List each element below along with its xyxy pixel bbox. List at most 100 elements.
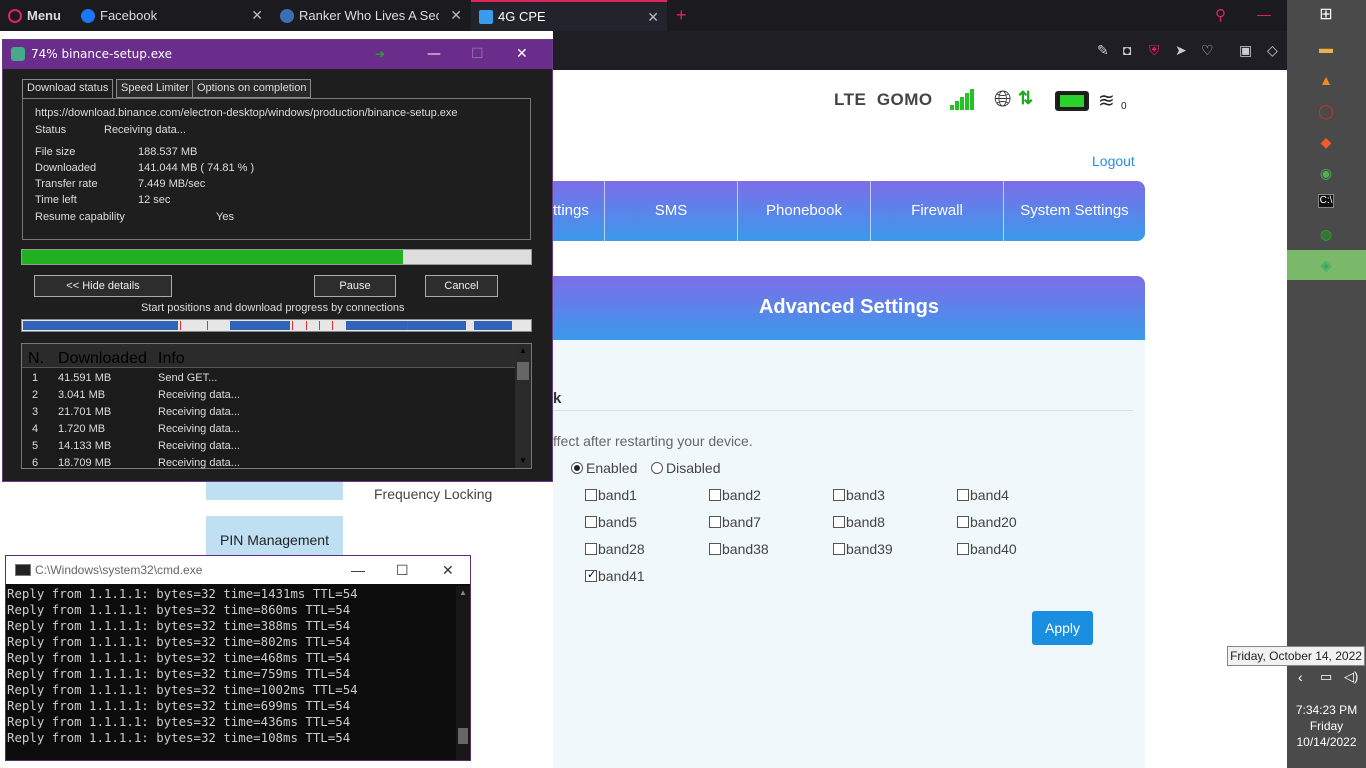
checkbox[interactable] [833, 516, 845, 528]
folder-icon[interactable]: ▬ [1316, 38, 1336, 58]
checkbox-band40[interactable]: band40 [957, 541, 1017, 557]
tab-download-status[interactable]: Download status [22, 79, 114, 98]
column-header[interactable]: Info [158, 350, 185, 368]
idm-title-bar[interactable]: 74% binance-setup.exe ➔ — ☐ ✕ [3, 40, 552, 69]
cell-info: Receiving data... [158, 389, 240, 401]
minimize-icon[interactable]: — [427, 40, 441, 69]
edit-icon[interactable]: ✎ [1097, 42, 1109, 59]
close-icon[interactable]: ✕ [251, 7, 263, 24]
apply-button[interactable]: Apply [1032, 611, 1093, 645]
heart-icon[interactable]: ♡ [1201, 42, 1214, 59]
cmd-line: Reply from 1.1.1.1: bytes=32 time=802ms … [7, 634, 351, 649]
hide-details-button[interactable]: << Hide details [34, 275, 172, 297]
tab-facebook[interactable]: Facebook ✕ [73, 0, 271, 31]
checkbox[interactable] [585, 543, 597, 555]
clock[interactable]: 7:34:23 PM Friday 10/14/2022 [1287, 702, 1366, 750]
list-scrollbar[interactable]: ▲ ▼ [515, 344, 531, 468]
checkbox-band39[interactable]: band39 [833, 541, 893, 557]
nav-sms[interactable]: SMS [604, 181, 737, 241]
chrome-icon[interactable]: ◉ [1316, 163, 1336, 183]
cmd-output[interactable]: Reply from 1.1.1.1: bytes=32 time=1431ms… [7, 586, 358, 746]
tab-ranker[interactable]: Ranker Who Lives A Second ✕ [272, 0, 470, 31]
checkbox[interactable] [709, 489, 721, 501]
logout-link[interactable]: Logout [1092, 153, 1135, 169]
windows-start-icon[interactable]: ⊞ [1316, 5, 1336, 25]
checkbox[interactable] [957, 543, 969, 555]
opera-menu-button[interactable]: Menu [0, 0, 72, 31]
pause-button[interactable]: Pause [314, 275, 396, 297]
idm-taskbar-icon[interactable]: ◈ [1316, 255, 1336, 275]
close-icon[interactable]: ✕ [516, 40, 528, 69]
checkbox[interactable] [585, 489, 597, 501]
checkbox-band5[interactable]: band5 [585, 514, 637, 530]
column-header[interactable]: N. [28, 350, 44, 368]
cancel-button[interactable]: Cancel [425, 275, 498, 297]
sidebar-item[interactable] [206, 482, 343, 500]
tab-options-on-completion[interactable]: Options on completion [192, 79, 312, 98]
tab-speed-limiter[interactable]: Speed Limiter [116, 79, 194, 98]
checkbox[interactable] [709, 543, 721, 555]
chevron-left-icon[interactable]: ‹ [1298, 669, 1303, 685]
cube-icon[interactable]: ◇ [1267, 42, 1278, 59]
scroll-thumb[interactable] [517, 362, 529, 380]
checkbox[interactable] [833, 543, 845, 555]
close-icon[interactable]: ✕ [647, 9, 659, 26]
cell-n: 2 [32, 389, 39, 401]
brave-icon[interactable]: ◆ [1316, 132, 1336, 152]
nav-system-settings[interactable]: System Settings [1003, 181, 1145, 241]
volume-icon[interactable]: ◁) [1344, 669, 1358, 685]
clock-day: Friday [1309, 719, 1344, 733]
cpe-icon [479, 9, 493, 24]
radio-button[interactable] [651, 462, 663, 474]
checkbox-band2[interactable]: band2 [709, 487, 761, 503]
idm-icon [11, 47, 25, 61]
radio-button[interactable] [571, 462, 583, 474]
checkbox-band1[interactable]: band1 [585, 487, 637, 503]
minimize-icon[interactable]: — [1257, 6, 1271, 22]
maximize-icon[interactable]: ☐ [396, 556, 409, 584]
network-icon[interactable]: ▭ [1320, 669, 1332, 685]
checkbox[interactable] [957, 489, 969, 501]
search-icon[interactable]: ⚲ [1215, 6, 1226, 24]
camera-icon[interactable]: ◘ [1123, 42, 1131, 58]
checkbox-band28[interactable]: band28 [585, 541, 645, 557]
checkbox-band20[interactable]: band20 [957, 514, 1017, 530]
scroll-up-icon[interactable]: ▲ [519, 346, 527, 355]
checkbox-band8[interactable]: band8 [833, 514, 885, 530]
nav-firewall[interactable]: Firewall [870, 181, 1003, 241]
vlc-icon[interactable]: ▲ [1316, 70, 1336, 90]
radio-enabled[interactable]: Enabled [571, 460, 637, 476]
shield-icon[interactable]: ⛨ [1149, 42, 1160, 59]
column-header[interactable]: Downloaded [58, 350, 147, 368]
close-icon[interactable]: ✕ [450, 7, 462, 24]
checkbox-band7[interactable]: band7 [709, 514, 761, 530]
minimize-icon[interactable]: — [351, 556, 365, 584]
cmd-title-bar[interactable]: C:\Windows\system32\cmd.exe — ☐ ✕ [6, 556, 470, 584]
scroll-up-icon[interactable]: ▲ [459, 588, 467, 597]
checkbox[interactable] [833, 489, 845, 501]
nav-phonebook[interactable]: Phonebook [737, 181, 870, 241]
image-icon[interactable]: ▣ [1239, 42, 1252, 59]
checkbox[interactable] [585, 516, 597, 528]
checkbox-band38[interactable]: band38 [709, 541, 769, 557]
checkbox-band4[interactable]: band4 [957, 487, 1009, 503]
cmd-taskbar-icon[interactable]: C:\ [1318, 194, 1334, 208]
terminal-app-icon[interactable]: ◍ [1316, 224, 1336, 244]
opera-taskbar-icon[interactable]: ◯ [1316, 101, 1336, 121]
status-value: Receiving data... [104, 124, 186, 136]
checkbox-label: band7 [722, 514, 761, 530]
checkbox[interactable] [957, 516, 969, 528]
nav-settings[interactable]: ttings [553, 181, 604, 241]
tab-4g-cpe[interactable]: 4G CPE ✕ [471, 0, 667, 31]
radio-disabled[interactable]: Disabled [651, 460, 720, 476]
scroll-down-icon[interactable]: ▼ [519, 456, 527, 465]
checkbox-band41[interactable]: band41 [585, 568, 645, 584]
checkbox[interactable] [585, 568, 597, 582]
cmd-scrollbar[interactable]: ▲ [456, 586, 470, 760]
send-icon[interactable]: ➤ [1175, 42, 1187, 59]
new-tab-button[interactable]: + [676, 5, 687, 26]
close-icon[interactable]: ✕ [442, 556, 454, 584]
scroll-thumb[interactable] [458, 728, 468, 744]
checkbox-band3[interactable]: band3 [833, 487, 885, 503]
checkbox[interactable] [709, 516, 721, 528]
